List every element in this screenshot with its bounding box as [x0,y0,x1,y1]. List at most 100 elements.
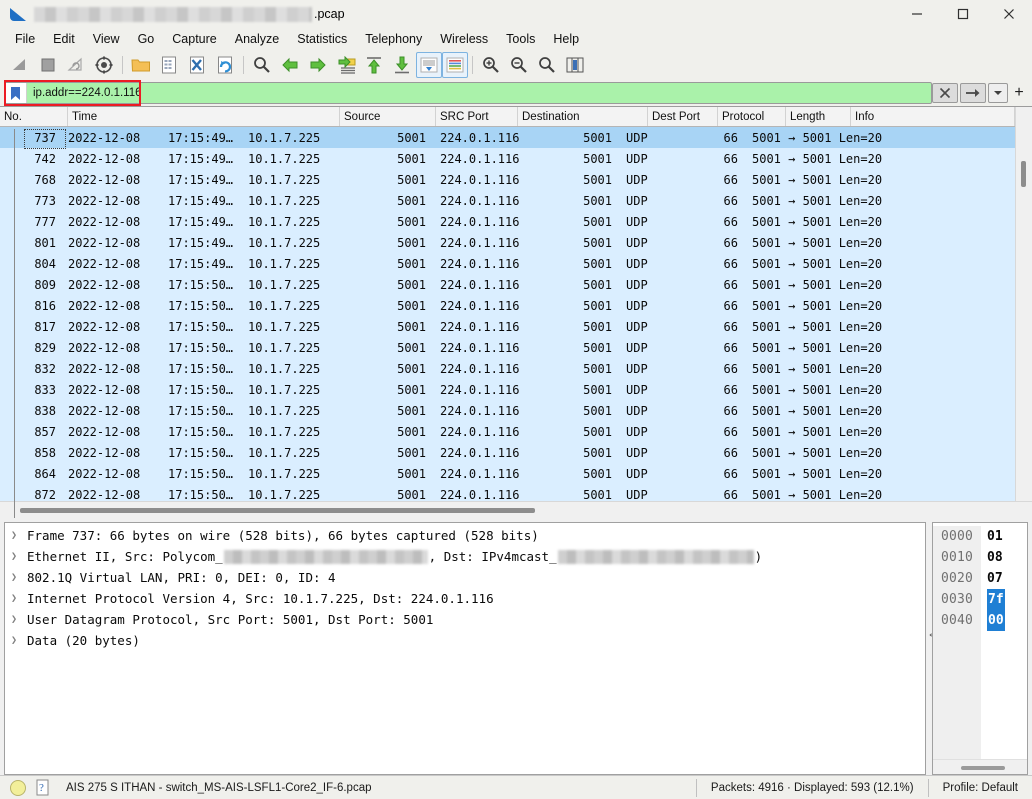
packet-dest-port: 5001 [583,445,612,460]
column-header-time[interactable]: Time [68,107,340,126]
table-row[interactable]: 817 2022-12-08 17:15:50… 10.1.7.225 5001 224.… [0,316,1015,337]
packet-dest-port: 5001 [583,424,612,439]
expert-info-icon[interactable] [10,779,26,796]
table-row[interactable]: 801 2022-12-08 17:15:49… 10.1.7.225 5001 224.… [0,232,1015,253]
menu-go[interactable]: Go [129,29,164,49]
go-to-packet-icon[interactable] [332,52,360,78]
clear-filter-icon[interactable] [932,83,958,103]
detail-row-frame[interactable]: ❯ Frame 737: 66 bytes on wire (528 bits),… [5,525,925,546]
packet-list-vertical-scrollbar[interactable] [1015,107,1032,501]
packet-dest-port: 5001 [583,487,612,502]
close-file-icon[interactable] [183,52,211,78]
column-header-length[interactable]: Length [786,107,851,126]
column-header-no[interactable]: No. [0,107,68,126]
detail-row-ipv4[interactable]: ❯ Internet Protocol Version 4, Src: 10.1.… [5,588,925,609]
menu-help[interactable]: Help [544,29,588,49]
colorize-icon[interactable] [442,52,468,78]
column-header-dest-port[interactable]: Dest Port [648,107,718,126]
hex-horizontal-scrollbar[interactable] [933,759,1027,774]
maximize-icon[interactable] [940,0,986,28]
restart-capture-icon[interactable] [62,52,90,78]
auto-scroll-icon[interactable] [416,52,442,78]
resize-columns-icon[interactable] [561,52,589,78]
packet-dest-port: 5001 [583,235,612,250]
chevron-right-icon[interactable]: ❯ [11,593,27,604]
find-packet-icon[interactable] [248,52,276,78]
go-forward-icon[interactable] [304,52,332,78]
table-row[interactable]: 838 2022-12-08 17:15:50… 10.1.7.225 5001 224.… [0,400,1015,421]
apply-filter-icon[interactable] [960,83,986,103]
menu-tools[interactable]: Tools [497,29,544,49]
menu-analyze[interactable]: Analyze [226,29,288,49]
table-row[interactable]: 832 2022-12-08 17:15:50… 10.1.7.225 5001 224.… [0,358,1015,379]
table-row[interactable]: 833 2022-12-08 17:15:50… 10.1.7.225 5001 224.… [0,379,1015,400]
menu-statistics[interactable]: Statistics [288,29,356,49]
table-row[interactable]: 737 2022-12-08 17:15:49… 10.1.7.225 5001 224.… [0,127,1015,148]
detail-row-data[interactable]: ❯ Data (20 bytes) [5,630,925,651]
zoom-out-icon[interactable] [505,52,533,78]
table-row[interactable]: 773 2022-12-08 17:15:49… 10.1.7.225 5001 224.… [0,190,1015,211]
detail-row-ethernet[interactable]: ❯ Ethernet II, Src: Polycom_ , Dst: IPv4mc… [5,546,925,567]
configuration-profile[interactable]: Profile: Default [929,782,1032,794]
table-row[interactable]: 857 2022-12-08 17:15:50… 10.1.7.225 5001 224.… [0,421,1015,442]
packet-bytes-pane[interactable]: 0000 0010 0020 0030 0040 01 08 07 7f 00 [932,522,1028,775]
scrollbar-thumb[interactable] [20,508,535,513]
detail-row-udp[interactable]: ❯ User Datagram Protocol, Src Port: 5001,… [5,609,925,630]
table-row[interactable]: 872 2022-12-08 17:15:50… 10.1.7.225 5001 224.… [0,484,1015,501]
close-icon[interactable] [986,0,1032,28]
chevron-right-icon[interactable]: ❯ [11,572,27,583]
menu-capture[interactable]: Capture [163,29,225,49]
chevron-right-icon[interactable]: ❯ [11,635,27,646]
column-header-src-port[interactable]: SRC Port [436,107,518,126]
menu-wireless[interactable]: Wireless [431,29,497,49]
display-filter-value[interactable]: ip.addr==224.0.1.116 [27,87,931,99]
table-row[interactable]: 829 2022-12-08 17:15:50… 10.1.7.225 5001 224.… [0,337,1015,358]
capture-options-icon[interactable] [90,52,118,78]
go-back-icon[interactable] [276,52,304,78]
table-row[interactable]: 777 2022-12-08 17:15:49… 10.1.7.225 5001 224.… [0,211,1015,232]
table-row[interactable]: 768 2022-12-08 17:15:49… 10.1.7.225 5001 224.… [0,169,1015,190]
reload-file-icon[interactable] [211,52,239,78]
column-header-source[interactable]: Source [340,107,436,126]
packet-date: 2022-12-08 [68,193,141,208]
table-row[interactable]: 816 2022-12-08 17:15:50… 10.1.7.225 5001 224.… [0,295,1015,316]
scrollbar-thumb[interactable] [961,766,1005,770]
go-first-packet-icon[interactable] [360,52,388,78]
scrollbar-thumb[interactable] [1021,161,1026,187]
detail-text: Frame 737: 66 bytes on wire (528 bits), … [27,528,539,543]
packet-destination: 224.0.1.116 [440,193,520,208]
display-filter-input[interactable]: ip.addr==224.0.1.116 [4,82,932,104]
table-row[interactable]: 864 2022-12-08 17:15:50… 10.1.7.225 5001 224.… [0,463,1015,484]
menu-telephony[interactable]: Telephony [356,29,431,49]
table-row[interactable]: 742 2022-12-08 17:15:49… 10.1.7.225 5001 224.… [0,148,1015,169]
menu-file[interactable]: File [6,29,44,49]
zoom-in-icon[interactable] [477,52,505,78]
start-capture-icon[interactable] [6,52,34,78]
table-row[interactable]: 804 2022-12-08 17:15:49… 10.1.7.225 5001 224.… [0,253,1015,274]
chevron-right-icon[interactable]: ❯ [11,551,27,562]
table-row[interactable]: 809 2022-12-08 17:15:50… 10.1.7.225 5001 224.… [0,274,1015,295]
save-file-icon[interactable] [155,52,183,78]
column-header-info[interactable]: Info [851,107,1015,126]
menu-edit[interactable]: Edit [44,29,84,49]
chevron-down-icon[interactable] [988,83,1008,103]
table-row[interactable]: 858 2022-12-08 17:15:50… 10.1.7.225 5001 224.… [0,442,1015,463]
chevron-right-icon[interactable]: ❯ [11,530,27,541]
packet-details-pane[interactable]: ❯ Frame 737: 66 bytes on wire (528 bits),… [4,522,926,775]
capture-comment-icon[interactable]: ? [36,779,52,797]
open-file-icon[interactable] [127,52,155,78]
zoom-reset-icon[interactable] [533,52,561,78]
packet-list-horizontal-scrollbar[interactable] [0,501,1032,518]
bookmark-icon[interactable] [5,83,27,103]
add-filter-button[interactable]: + [1010,82,1028,104]
go-last-packet-icon[interactable] [388,52,416,78]
menu-view[interactable]: View [84,29,129,49]
chevron-right-icon[interactable]: ❯ [11,614,27,625]
packet-no: 864 [34,466,56,481]
packet-source: 10.1.7.225 [248,340,321,355]
stop-capture-icon[interactable] [34,52,62,78]
detail-row-vlan[interactable]: ❯ 802.1Q Virtual LAN, PRI: 0, DEI: 0, ID:… [5,567,925,588]
minimize-icon[interactable] [894,0,940,28]
column-header-destination[interactable]: Destination [518,107,648,126]
column-header-protocol[interactable]: Protocol [718,107,786,126]
